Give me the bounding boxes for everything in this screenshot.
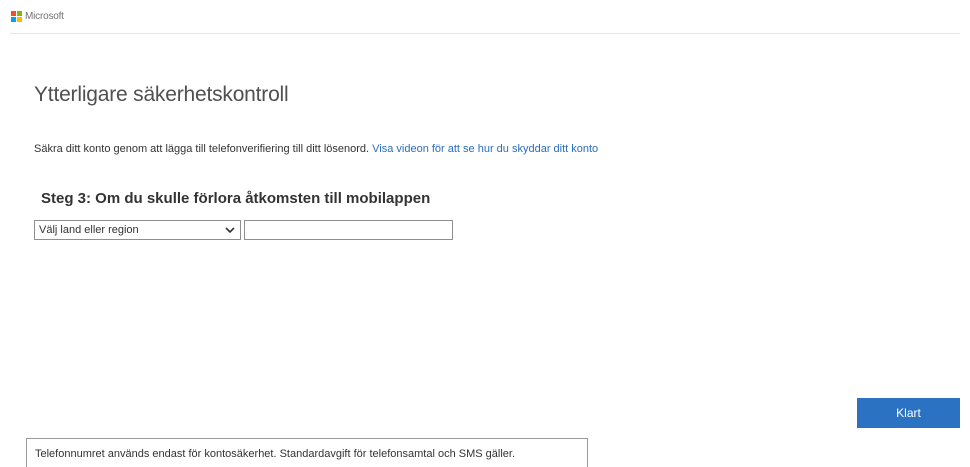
intro-text: Säkra ditt konto genom att lägga till te… — [34, 143, 370, 155]
logo-square-red — [11, 11, 16, 16]
country-region-select[interactable]: Välj land eller region — [34, 220, 241, 240]
step-title: Steg 3: Om du skulle förlora åtkomsten t… — [41, 190, 431, 207]
country-select-value: Välj land eller region — [39, 224, 139, 236]
notice-text: Telefonnumret används endast för kontosä… — [35, 448, 515, 460]
page: Microsoft Ytterligare säkerhetskontroll … — [0, 0, 970, 467]
page-title: Ytterligare säkerhetskontroll — [34, 83, 289, 106]
brand-name: Microsoft — [25, 11, 64, 22]
header-bar: Microsoft — [10, 0, 960, 34]
notice-box: Telefonnumret används endast för kontosä… — [26, 438, 588, 467]
video-link[interactable]: Visa videon för att se hur du skyddar di… — [372, 143, 598, 155]
microsoft-logo-icon — [11, 11, 22, 22]
phone-number-input[interactable] — [244, 220, 453, 240]
logo-square-yellow — [17, 17, 22, 22]
chevron-down-icon — [225, 227, 235, 234]
intro-paragraph: Säkra ditt konto genom att lägga till te… — [34, 142, 598, 156]
done-button[interactable]: Klart — [857, 398, 960, 428]
logo-square-green — [17, 11, 22, 16]
logo-square-blue — [11, 17, 16, 22]
